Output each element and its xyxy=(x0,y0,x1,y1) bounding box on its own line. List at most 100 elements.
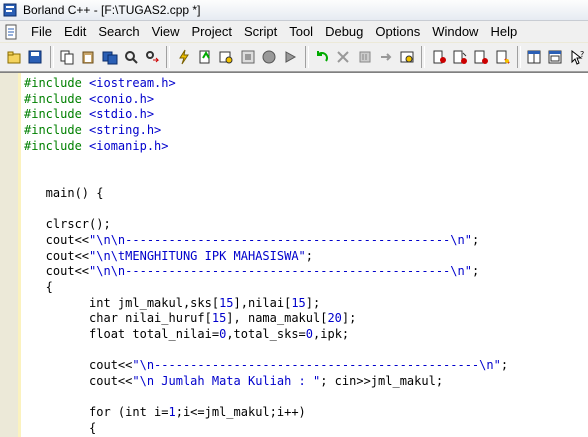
code-line[interactable]: cout<<"\n Jumlah Mata Kuliah : "; cin>>j… xyxy=(24,374,508,390)
lightning-button[interactable] xyxy=(173,46,193,68)
code-line[interactable]: cout<<"\n\tMENGHITUNG IPK MAHASISWA"; xyxy=(24,249,508,265)
code-line[interactable]: clrscr(); xyxy=(24,217,508,233)
code-line[interactable] xyxy=(24,343,508,359)
build-button[interactable] xyxy=(238,46,258,68)
step-icon xyxy=(359,51,370,63)
tile-window-button[interactable] xyxy=(524,46,544,68)
code-line[interactable] xyxy=(24,170,508,186)
code-token: 0 xyxy=(305,327,314,341)
code-line[interactable]: cout<<"\n-------------------------------… xyxy=(24,358,508,374)
code-line[interactable]: #include <stdio.h> xyxy=(24,107,508,123)
paste-file-button[interactable] xyxy=(78,46,98,68)
code-line[interactable]: float total_nilai=0,total_sks=0,ipk; xyxy=(24,327,508,343)
menu-tool[interactable]: Tool xyxy=(283,24,319,39)
toolbar-separator xyxy=(166,46,171,68)
code-token: #include xyxy=(24,107,90,122)
menu-search[interactable]: Search xyxy=(92,24,145,39)
code-line[interactable]: main() { xyxy=(24,186,508,202)
open-button[interactable] xyxy=(4,46,24,68)
window-title: Borland C++ - [F:\TUGAS2.cpp *] xyxy=(23,3,201,17)
code-token: <stdio.h> xyxy=(89,107,155,122)
code-line[interactable]: cout<<"\n\n-----------------------------… xyxy=(24,233,508,249)
code-token: <iomanip.h> xyxy=(89,138,169,153)
title-bar: Borland C++ - [F:\TUGAS2.cpp *] xyxy=(0,0,588,21)
code-line[interactable]: char nilai_huruf[15], nama_makul[20]; xyxy=(24,311,508,327)
code-token: clrscr(); xyxy=(24,217,111,232)
menu-project[interactable]: Project xyxy=(186,24,238,39)
breakpoint-button[interactable] xyxy=(428,46,448,68)
replace-button[interactable] xyxy=(142,46,162,68)
lightning-icon xyxy=(178,49,189,65)
code-line[interactable]: #include <iostream.h> xyxy=(24,76,508,92)
code-token: { xyxy=(24,279,53,294)
save-all-icon xyxy=(102,51,117,65)
cascade-window-button[interactable] xyxy=(545,46,565,68)
code-line[interactable]: #include <string.h> xyxy=(24,123,508,139)
menu-view[interactable]: View xyxy=(146,24,186,39)
menu-window[interactable]: Window xyxy=(426,24,484,39)
menu-debug[interactable]: Debug xyxy=(319,24,369,39)
watch-button[interactable] xyxy=(471,46,491,68)
close-file-button[interactable] xyxy=(333,46,353,68)
code-area[interactable]: #include <iostream.h> #include <conio.h> #… xyxy=(24,76,508,437)
toggle-breakpoint-button[interactable] xyxy=(450,46,470,68)
code-line[interactable]: for (int i=1;i<=jml_makul;i++) xyxy=(24,405,508,421)
save-button[interactable] xyxy=(25,46,45,68)
run-button[interactable] xyxy=(280,46,300,68)
help-cursor-button[interactable]: ? xyxy=(567,46,587,68)
code-line[interactable]: { xyxy=(24,280,508,296)
breakpoint-icon xyxy=(433,50,446,64)
undo-button[interactable] xyxy=(312,46,332,68)
trace-icon xyxy=(380,53,392,61)
find-button[interactable] xyxy=(121,46,141,68)
code-token: <string.h> xyxy=(89,123,162,138)
code-editor[interactable]: #include <iostream.h> #include <conio.h> #… xyxy=(0,72,588,437)
code-token: ; xyxy=(471,232,480,247)
inspect-button[interactable] xyxy=(397,46,417,68)
editor-gutter xyxy=(0,73,19,437)
code-line[interactable] xyxy=(24,390,508,406)
code-line[interactable] xyxy=(24,202,508,218)
open-icon xyxy=(7,51,21,64)
cascade-window-icon xyxy=(548,50,562,64)
menu-help[interactable]: Help xyxy=(484,24,523,39)
stop-button[interactable] xyxy=(259,46,279,68)
code-token: cout<< xyxy=(24,264,90,279)
document-icon[interactable] xyxy=(3,24,19,40)
compile-icon xyxy=(199,50,210,64)
save-all-button[interactable] xyxy=(99,46,119,68)
code-line[interactable]: cout<<"\n\n-----------------------------… xyxy=(24,264,508,280)
code-token: <conio.h> xyxy=(89,91,155,106)
code-line[interactable]: #include <iomanip.h> xyxy=(24,139,508,155)
code-line[interactable] xyxy=(24,154,508,170)
code-token: cout<< xyxy=(24,374,133,389)
code-line[interactable]: { xyxy=(24,421,508,437)
code-token: "\n-------------------------------------… xyxy=(132,358,501,373)
code-token: main() { xyxy=(24,185,104,200)
copy-file-button[interactable] xyxy=(57,46,77,68)
code-line[interactable]: #include <conio.h> xyxy=(24,92,508,108)
code-token: "\n\tMENGHITUNG IPK MAHASISWA" xyxy=(89,248,306,263)
code-line[interactable]: int jml_makul,sks[15],nilai[15]; xyxy=(24,296,508,312)
compile-button[interactable] xyxy=(195,46,215,68)
evaluate-button[interactable] xyxy=(493,46,513,68)
code-token: #include xyxy=(24,76,90,90)
replace-icon xyxy=(146,51,160,63)
toolbar: ? xyxy=(0,43,588,72)
code-token: ; xyxy=(500,358,509,373)
code-token: "\n\n-----------------------------------… xyxy=(89,264,472,279)
svg-text:?: ? xyxy=(580,50,584,59)
menu-script[interactable]: Script xyxy=(238,24,283,39)
app-icon xyxy=(3,3,17,17)
menu-edit[interactable]: Edit xyxy=(58,24,92,39)
code-token: cout<< xyxy=(24,248,90,263)
code-token: ; cin>>jml_makul; xyxy=(320,374,444,389)
code-token: ],nilai[ xyxy=(233,295,292,310)
step-button[interactable] xyxy=(354,46,374,68)
find-icon xyxy=(124,51,138,64)
menu-bar: File Edit Search View Project Script Tool Debug… xyxy=(0,21,588,42)
make-button[interactable] xyxy=(216,46,236,68)
menu-file[interactable]: File xyxy=(25,24,58,39)
trace-button[interactable] xyxy=(376,46,396,68)
menu-options[interactable]: Options xyxy=(369,24,426,39)
